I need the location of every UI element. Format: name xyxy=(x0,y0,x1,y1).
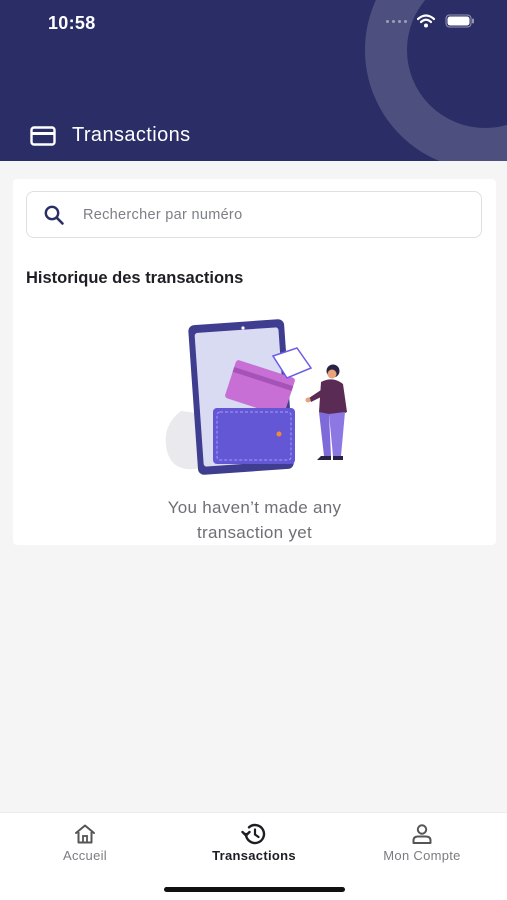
search-bar[interactable] xyxy=(26,191,482,238)
user-icon xyxy=(412,824,432,844)
search-input[interactable] xyxy=(83,206,443,223)
nav-item-mon-compte[interactable]: Mon Compte xyxy=(352,823,492,863)
history-icon xyxy=(241,823,266,845)
cellular-signal-icon xyxy=(386,19,407,23)
nav-label-transactions: Transactions xyxy=(212,848,296,863)
home-icon xyxy=(75,824,95,844)
nav-label-mon-compte: Mon Compte xyxy=(383,848,461,863)
status-icons xyxy=(386,14,475,28)
credit-card-icon xyxy=(30,125,56,146)
battery-icon xyxy=(445,14,475,28)
empty-state-line-1: You haven’t made any xyxy=(167,498,342,517)
status-time: 10:58 xyxy=(48,13,96,33)
nav-item-accueil[interactable]: Accueil xyxy=(15,823,155,863)
app-header: 10:58 Transactions xyxy=(0,0,507,161)
nav-item-transactions[interactable]: Transactions xyxy=(184,823,324,863)
transactions-panel: Historique des transactions You haven’t … xyxy=(13,179,496,545)
page-title: Transactions xyxy=(72,124,191,146)
section-title: Historique des transactions xyxy=(26,269,244,287)
empty-transactions-illustration xyxy=(165,319,347,475)
empty-state-line-2: transaction yet xyxy=(196,523,313,542)
home-indicator[interactable] xyxy=(164,887,345,892)
header-title-row: Transactions xyxy=(30,124,191,147)
nav-label-accueil: Accueil xyxy=(62,848,107,863)
search-icon xyxy=(44,205,64,225)
wifi-icon xyxy=(417,14,435,28)
